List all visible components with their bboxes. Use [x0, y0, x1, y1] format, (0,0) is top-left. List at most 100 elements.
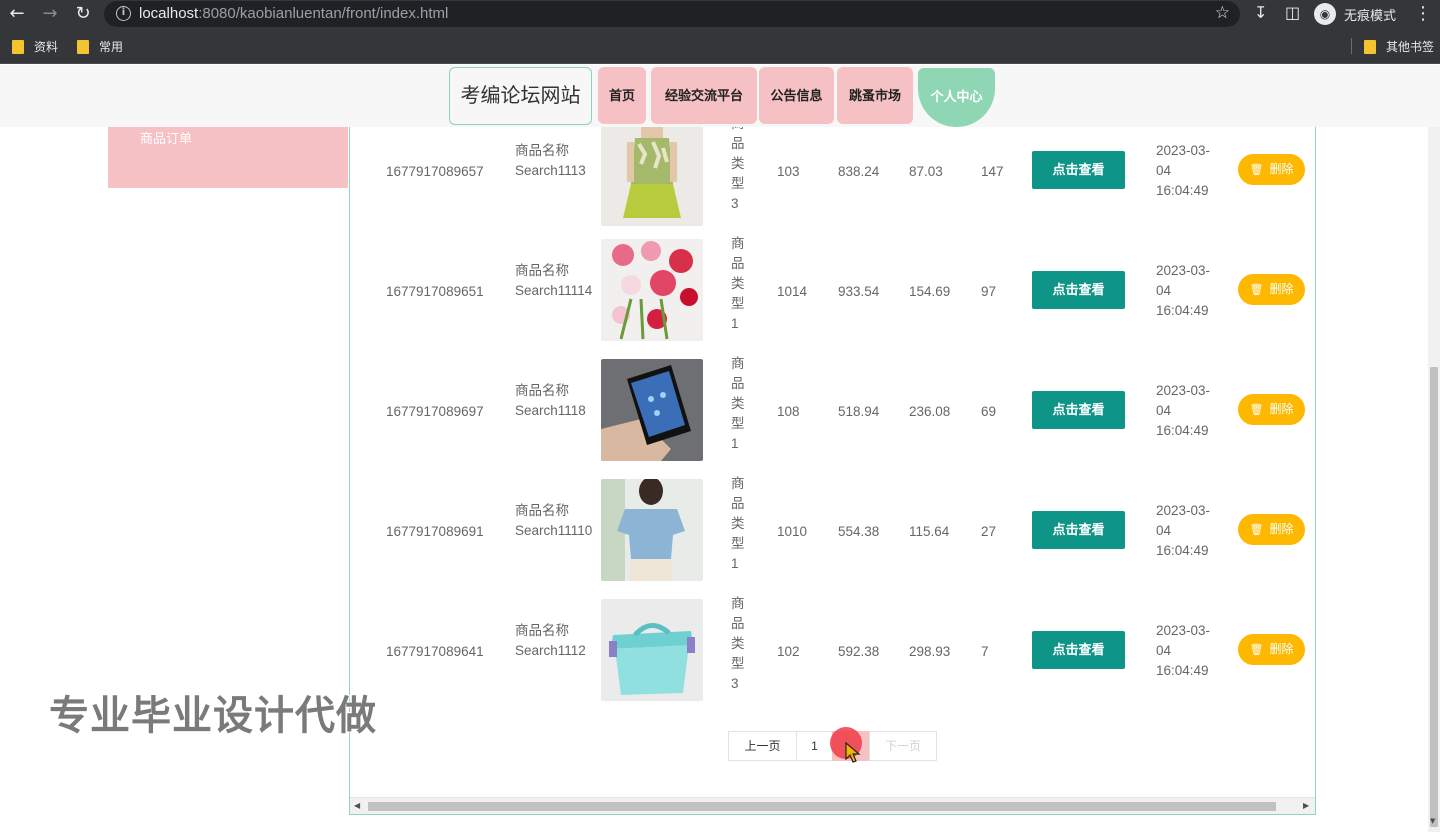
scroll-left-icon[interactable]: ◀ — [354, 801, 360, 810]
table-row: 1677917089651 商品名称Search11114 商品类型1 1014… — [350, 234, 1315, 354]
order-id: 1677917089691 — [386, 524, 484, 539]
table-row: 1677917089641 商品名称Search1112 商品类型3 102 5… — [350, 594, 1315, 714]
delete-label: 删除 — [1269, 282, 1294, 296]
view-details-button[interactable]: 点击查看 — [1032, 391, 1125, 429]
order-id: 1677917089651 — [386, 284, 484, 299]
order-value-4: 69 — [981, 404, 997, 419]
order-value-4: 147 — [981, 164, 1004, 179]
trash-icon: 🗑 — [1249, 283, 1264, 296]
bookmark-label: 常用 — [99, 40, 124, 54]
table-row: 1677917089657 商品名称Search1113 商品类型3 103 8… — [350, 127, 1315, 234]
order-id: 1677917089697 — [386, 404, 484, 419]
view-details-button[interactable]: 点击查看 — [1032, 631, 1125, 669]
back-arrow-icon[interactable]: ← — [6, 3, 28, 25]
order-value-1: 102 — [777, 644, 800, 659]
order-value-3: 87.03 — [909, 164, 943, 179]
delete-button[interactable]: 🗑 删除 — [1238, 394, 1305, 425]
reload-icon[interactable]: ↻ — [72, 3, 94, 25]
nav-home[interactable]: 首页 — [598, 67, 646, 124]
site-title[interactable]: 考编论坛网站 — [449, 67, 592, 125]
order-value-2: 592.38 — [838, 644, 880, 659]
delete-button[interactable]: 🗑 删除 — [1238, 514, 1305, 545]
order-id: 1677917089657 — [386, 164, 484, 179]
bookmark-folder-other[interactable]: 其他书签 — [1364, 38, 1434, 55]
bookmark-folder-changyong[interactable]: 常用 — [77, 38, 123, 55]
bookmark-folder-ziliao[interactable]: 资料 — [12, 38, 58, 55]
delete-label: 删除 — [1269, 642, 1294, 656]
browser-menu-icon[interactable]: ⋮ — [1414, 3, 1432, 24]
sidebar-item-orders[interactable]: 商品订单 — [108, 127, 348, 188]
nav-flea-market[interactable]: 跳蚤市场 — [837, 67, 913, 124]
order-value-2: 838.24 — [838, 164, 880, 179]
product-type: 商品类型3 — [731, 596, 745, 691]
trash-icon: 🗑 — [1249, 163, 1264, 176]
view-details-button[interactable]: 点击查看 — [1032, 151, 1125, 189]
bookmark-label: 其他书签 — [1386, 40, 1435, 54]
product-type: 商品类型1 — [731, 476, 745, 571]
table-row: 1677917089691 商品名称Search11110 商品类型1 1010… — [350, 474, 1315, 594]
vertical-scroll-thumb[interactable] — [1430, 367, 1438, 827]
delete-button[interactable]: 🗑 删除 — [1238, 154, 1305, 185]
address-bar[interactable]: i localhost:8080/kaobianluentan/front/in… — [104, 1, 1240, 27]
order-date: 2023-03-04 16:04:49 — [1156, 383, 1211, 438]
product-image-flowers — [601, 239, 703, 341]
forward-arrow-icon[interactable]: → — [39, 3, 61, 25]
incognito-icon: ◉ — [1314, 3, 1336, 25]
side-panel-icon[interactable]: ◫ — [1285, 3, 1300, 22]
nav-announcements[interactable]: 公告信息 — [759, 67, 834, 124]
download-icon[interactable]: ↧ — [1254, 3, 1267, 22]
horizontal-scroll-thumb[interactable] — [368, 802, 1276, 811]
incognito-indicator[interactable]: ◉ 无痕模式 — [1314, 2, 1396, 26]
folder-icon — [12, 39, 24, 54]
order-value-1: 103 — [777, 164, 800, 179]
url-text: localhost:8080/kaobianluentan/front/inde… — [139, 5, 448, 22]
bookmark-label: 资料 — [34, 40, 59, 54]
product-type: 商品类型3 — [731, 127, 745, 211]
order-date: 2023-03-04 16:04:49 — [1156, 503, 1211, 558]
horizontal-scrollbar[interactable]: ◀ ▶ — [350, 797, 1315, 814]
folder-icon — [77, 39, 89, 54]
mouse-cursor-icon — [845, 742, 861, 763]
next-page-button[interactable]: 下一页 — [869, 731, 937, 761]
table-row: 1677917089697 商品名称Search1118 商品类型1 108 5… — [350, 354, 1315, 474]
product-name: 商品名称Search1113 — [515, 143, 586, 178]
orders-table-container: 1677917089657 商品名称Search1113 商品类型3 103 8… — [349, 127, 1316, 815]
vertical-scrollbar[interactable]: ▲ ▼ — [1428, 65, 1440, 832]
scroll-right-icon[interactable]: ▶ — [1303, 801, 1309, 810]
delete-button[interactable]: 🗑 删除 — [1238, 634, 1305, 665]
sidebar-item-label: 商品订单 — [140, 131, 193, 146]
product-type: 商品类型1 — [731, 236, 745, 331]
product-image-shirt — [601, 479, 703, 581]
delete-button[interactable]: 🗑 删除 — [1238, 274, 1305, 305]
incognito-label: 无痕模式 — [1344, 7, 1397, 23]
order-value-1: 1010 — [777, 524, 808, 539]
order-value-3: 236.08 — [909, 404, 951, 419]
trash-icon: 🗑 — [1249, 403, 1264, 416]
bookmark-divider — [1351, 38, 1352, 54]
product-image-storage-box — [601, 599, 703, 701]
delete-label: 删除 — [1269, 162, 1294, 176]
bookmarks-bar: 资料 常用 其他书签 — [0, 28, 1440, 64]
order-value-4: 97 — [981, 284, 997, 299]
product-image-phone — [601, 359, 703, 461]
order-value-4: 7 — [981, 644, 989, 659]
trash-icon: 🗑 — [1249, 523, 1264, 536]
order-value-3: 154.69 — [909, 284, 951, 299]
order-date: 2023-03-04 16:04:49 — [1156, 263, 1211, 318]
nav-personal-center[interactable]: 个人中心 — [918, 68, 995, 127]
trash-icon: 🗑 — [1249, 643, 1264, 656]
view-details-button[interactable]: 点击查看 — [1032, 271, 1125, 309]
view-details-button[interactable]: 点击查看 — [1032, 511, 1125, 549]
bookmark-star-icon[interactable]: ☆ — [1215, 3, 1230, 23]
product-name: 商品名称Search11114 — [515, 263, 593, 298]
nav-experience-exchange[interactable]: 经验交流平台 — [651, 67, 757, 124]
product-name: 商品名称Search1112 — [515, 623, 586, 658]
order-value-4: 27 — [981, 524, 997, 539]
page-number-button[interactable]: 1 — [796, 731, 833, 761]
product-name: 商品名称Search11110 — [515, 503, 593, 538]
order-value-2: 554.38 — [838, 524, 880, 539]
info-icon[interactable]: i — [116, 6, 131, 21]
product-name: 商品名称Search1118 — [515, 383, 586, 418]
prev-page-button[interactable]: 上一页 — [728, 731, 797, 761]
scroll-down-icon[interactable]: ▼ — [1430, 817, 1435, 825]
